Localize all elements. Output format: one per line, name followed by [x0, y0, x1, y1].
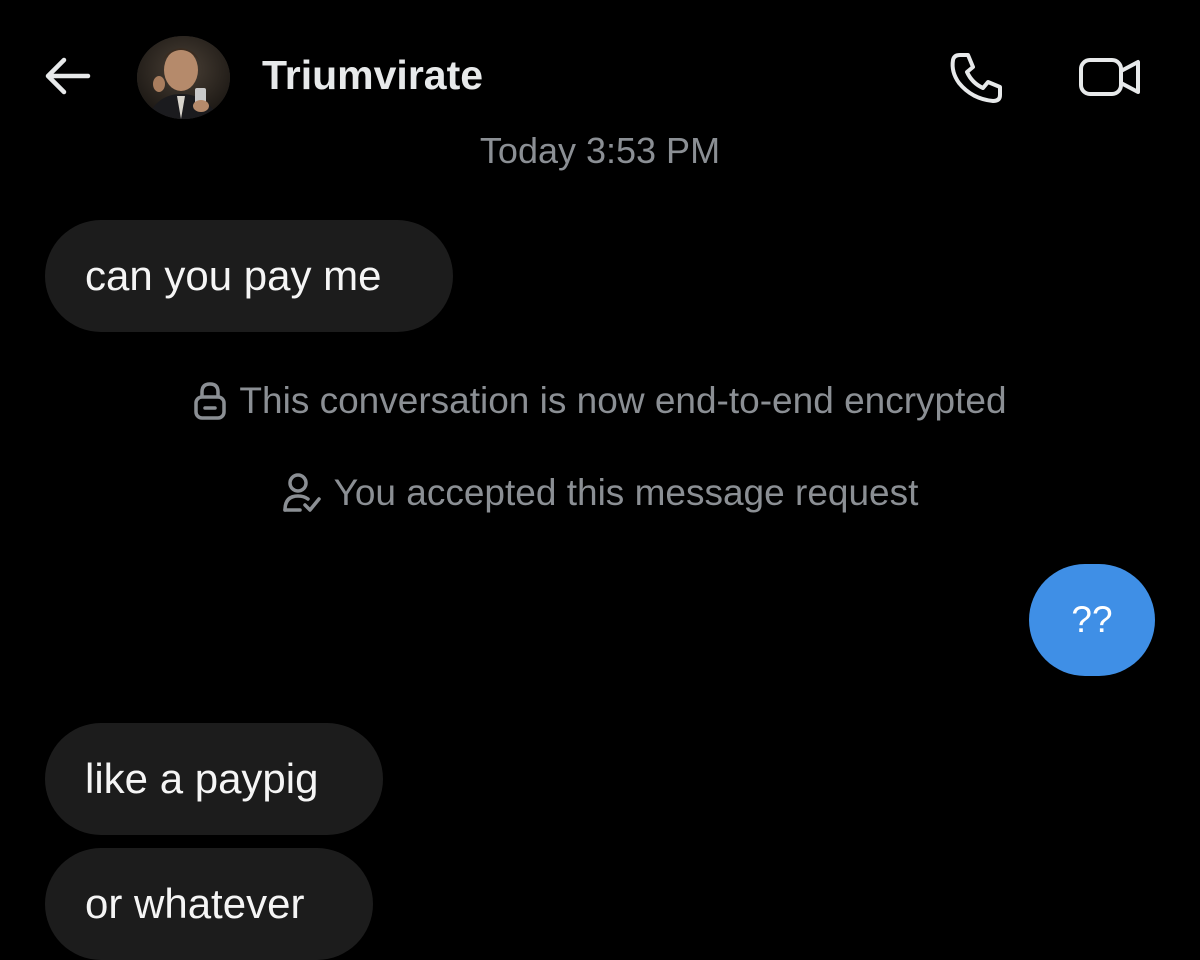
message-text: or whatever: [85, 880, 305, 927]
video-camera-icon: [1079, 58, 1140, 96]
message-request-notice-text: You accepted this message request: [333, 472, 919, 513]
conversation-title[interactable]: Triumvirate: [262, 52, 483, 99]
avatar-image: [137, 36, 230, 119]
back-button[interactable]: [36, 50, 96, 102]
person-check-icon: [282, 472, 322, 514]
message-request-notice: You accepted this message request: [0, 472, 1200, 514]
message-text: ??: [1071, 599, 1113, 640]
message-text: like a paypig: [85, 755, 319, 802]
message-bubble-incoming[interactable]: or whatever: [45, 848, 373, 960]
audio-call-button[interactable]: [943, 48, 1007, 106]
encryption-notice: This conversation is now end-to-end encr…: [0, 380, 1200, 422]
phone-icon: [950, 53, 1002, 103]
message-text: can you pay me: [85, 252, 382, 299]
chat-header: Triumvirate: [0, 0, 1200, 150]
message-bubble-incoming[interactable]: can you pay me: [45, 220, 453, 332]
message-bubble-incoming[interactable]: like a paypig: [45, 723, 383, 835]
message-bubble-outgoing[interactable]: ??: [1029, 564, 1155, 676]
lock-icon: [193, 381, 227, 421]
avatar[interactable]: [137, 36, 230, 119]
conversation-timestamp: Today 3:53 PM: [479, 130, 721, 171]
encryption-notice-text: This conversation is now end-to-end encr…: [239, 380, 1007, 421]
arrow-left-icon: [45, 57, 91, 95]
video-call-button[interactable]: [1074, 48, 1146, 106]
